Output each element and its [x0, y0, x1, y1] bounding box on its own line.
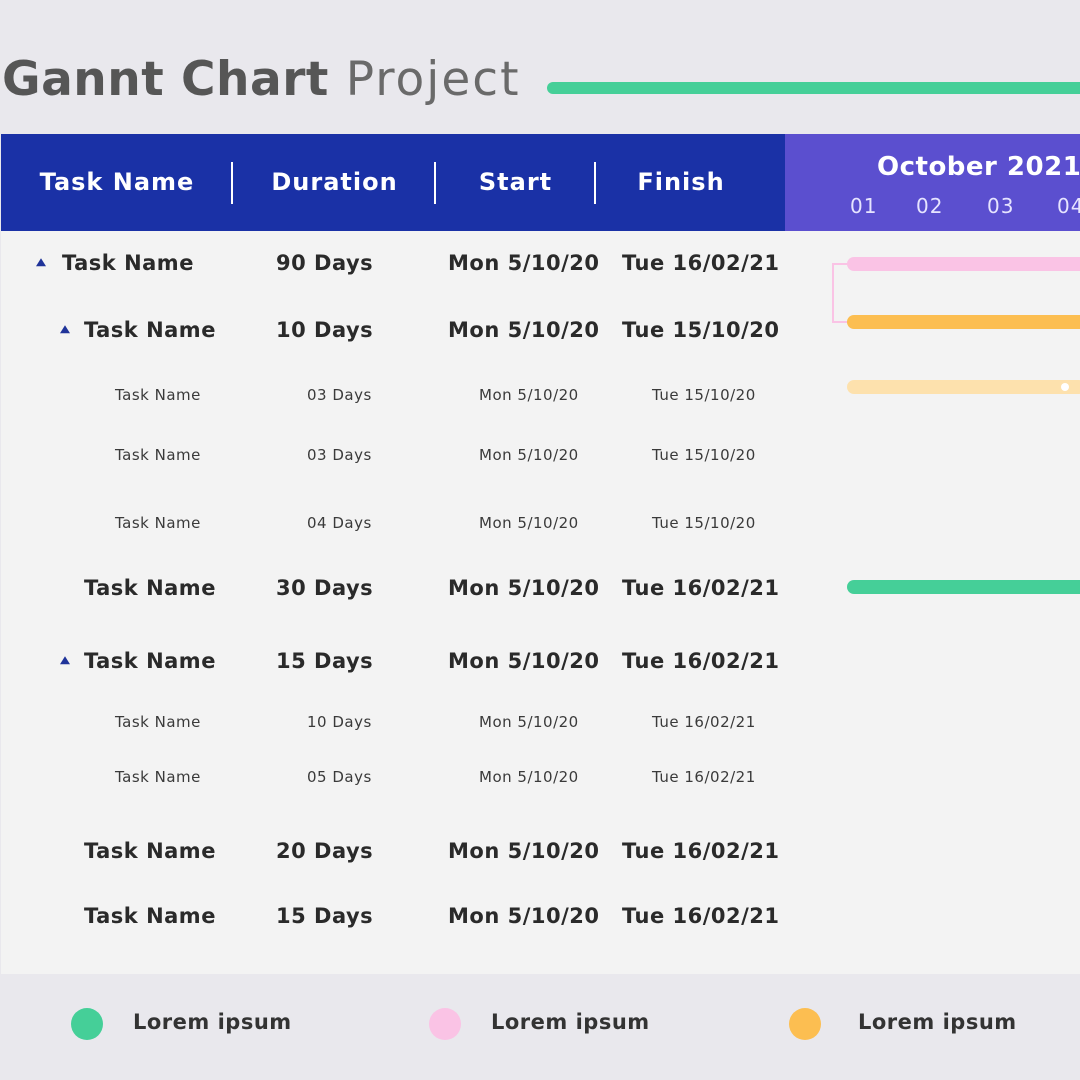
finish-cell: Tue 15/10/20: [652, 446, 756, 464]
legend-label: Lorem ipsum: [858, 1010, 1017, 1034]
table-header: Task Name Duration Start Finish: [1, 134, 785, 231]
finish-cell: Tue 16/02/21: [652, 713, 756, 731]
start-cell: Mon 5/10/20: [448, 251, 600, 275]
task-name-cell: Task Name: [115, 446, 201, 464]
start-cell: Mon 5/10/20: [479, 768, 579, 786]
start-cell: Mon 5/10/20: [448, 904, 600, 928]
start-cell: Mon 5/10/20: [479, 386, 579, 404]
finish-cell: Tue 16/02/21: [622, 649, 780, 673]
start-cell: Mon 5/10/20: [448, 839, 600, 863]
gantt-bar[interactable]: [847, 315, 1080, 329]
task-name-cell: Task Name: [115, 514, 201, 532]
timeline-month: October 2021: [877, 152, 1080, 182]
duration-cell: 10 Days: [276, 318, 374, 342]
start-cell: Mon 5/10/20: [479, 446, 579, 464]
duration-cell: 90 Days: [276, 251, 374, 275]
start-cell: Mon 5/10/20: [479, 713, 579, 731]
duration-cell: 15 Days: [276, 904, 374, 928]
dependency-connector: [1072, 386, 1080, 388]
start-cell: Mon 5/10/20: [479, 514, 579, 532]
legend: Lorem ipsum Lorem ipsum Lorem ipsum: [0, 974, 1080, 1080]
timeline-day: 01: [850, 194, 878, 218]
legend-label: Lorem ipsum: [133, 1010, 292, 1034]
legend-swatch-orange: [789, 1008, 821, 1040]
finish-cell: Tue 16/02/21: [652, 768, 756, 786]
collapse-triangle-icon[interactable]: [36, 258, 46, 267]
duration-cell: 03 Days: [307, 386, 372, 404]
task-name-cell: Task Name: [84, 318, 216, 342]
dependency-connector: [832, 263, 851, 323]
finish-cell: Tue 16/02/21: [622, 251, 780, 275]
finish-cell: Tue 16/02/21: [622, 576, 780, 600]
start-cell: Mon 5/10/20: [448, 318, 600, 342]
duration-cell: 05 Days: [307, 768, 372, 786]
title-accent-line: [547, 82, 1080, 94]
task-name-cell: Task Name: [115, 713, 201, 731]
bar-endpoint-marker: [1061, 383, 1069, 391]
header-finish[interactable]: Finish: [596, 134, 766, 231]
start-cell: Mon 5/10/20: [448, 649, 600, 673]
task-name-cell: Task Name: [84, 839, 216, 863]
title-light: Project: [345, 52, 521, 107]
collapse-triangle-icon[interactable]: [60, 656, 70, 665]
header-task-name[interactable]: Task Name: [1, 134, 233, 231]
gantt-bar[interactable]: [847, 380, 1080, 394]
page-title: Gannt Chart Project: [2, 52, 521, 108]
legend-swatch-green: [71, 1008, 103, 1040]
gantt-bar[interactable]: [847, 580, 1080, 594]
header-start[interactable]: Start: [436, 134, 595, 231]
task-name-cell: Task Name: [115, 386, 201, 404]
timeline-day: 02: [916, 194, 944, 218]
finish-cell: Tue 15/10/20: [622, 318, 780, 342]
timeline-day: 03: [987, 194, 1015, 218]
gantt-bar[interactable]: [847, 257, 1080, 271]
duration-cell: 20 Days: [276, 839, 374, 863]
legend-swatch-pink: [429, 1008, 461, 1040]
task-name-cell: Task Name: [115, 768, 201, 786]
task-name-cell: Task Name: [62, 251, 194, 275]
task-name-cell: Task Name: [84, 576, 216, 600]
finish-cell: Tue 15/10/20: [652, 386, 756, 404]
finish-cell: Tue 16/02/21: [622, 839, 780, 863]
header-duration[interactable]: Duration: [233, 134, 436, 231]
legend-label: Lorem ipsum: [491, 1010, 650, 1034]
finish-cell: Tue 16/02/21: [622, 904, 780, 928]
gantt-timeline: [832, 257, 1080, 594]
start-cell: Mon 5/10/20: [448, 576, 600, 600]
timeline-day: 04: [1057, 194, 1080, 218]
task-name-cell: Task Name: [84, 904, 216, 928]
task-name-cell: Task Name: [84, 649, 216, 673]
timeline-header: October 2021 01 02 03 04: [785, 134, 1080, 231]
duration-cell: 04 Days: [307, 514, 372, 532]
title-bold: Gannt Chart: [2, 52, 329, 107]
duration-cell: 03 Days: [307, 446, 372, 464]
duration-cell: 15 Days: [276, 649, 374, 673]
finish-cell: Tue 15/10/20: [652, 514, 756, 532]
duration-cell: 10 Days: [307, 713, 372, 731]
duration-cell: 30 Days: [276, 576, 374, 600]
collapse-triangle-icon[interactable]: [60, 325, 70, 334]
